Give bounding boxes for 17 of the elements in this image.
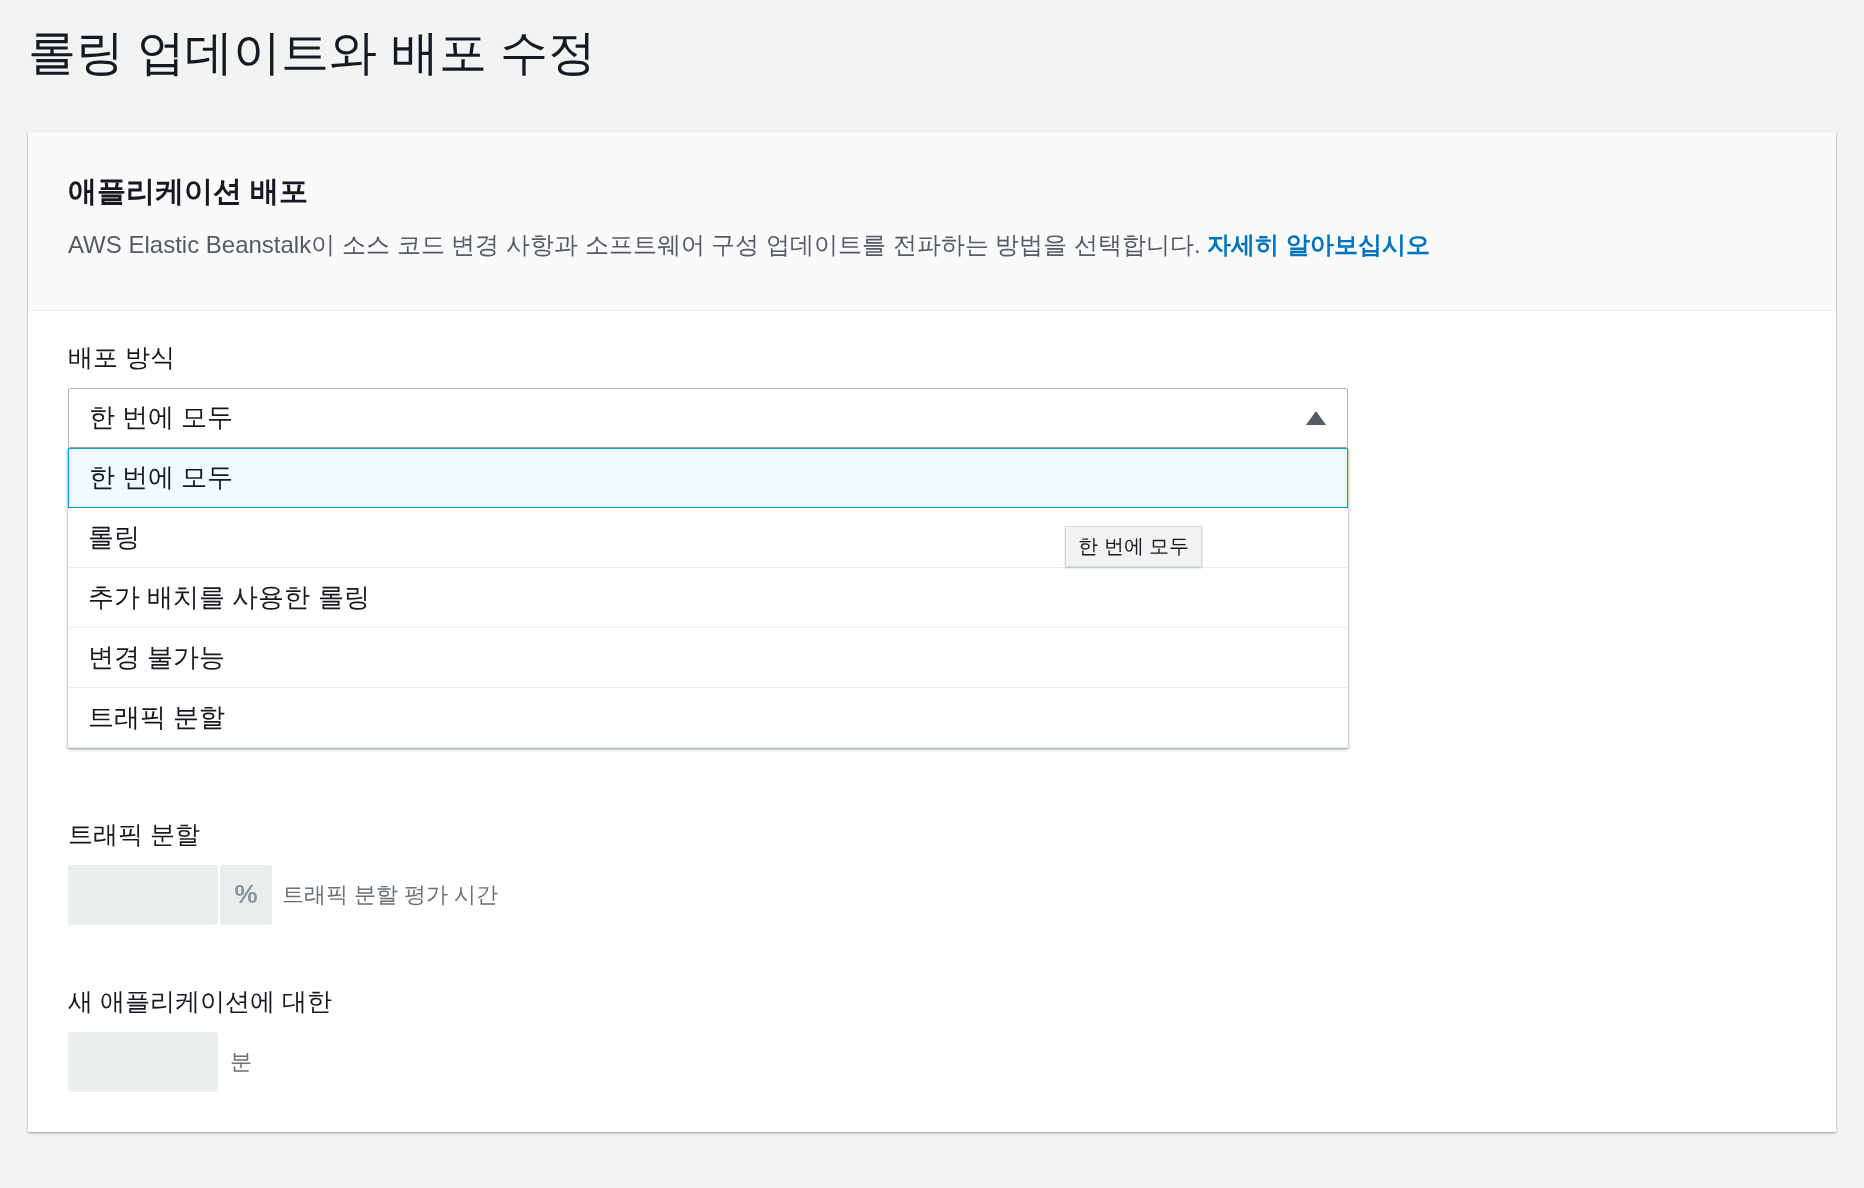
field-label: 새 애플리케이션에 대한	[68, 986, 332, 1017]
percent-unit-addon: %	[220, 865, 272, 925]
section-description: AWS Elastic Beanstalk이 소스 코드 변경 사항과 소프트웨어 구성 업데이트를 전파하는 방법을 선택합니다.	[68, 231, 1201, 259]
dropdown-option[interactable]: 변경 불가능	[68, 628, 1348, 688]
unit-label: 분	[230, 1048, 252, 1076]
learn-more-link[interactable]: 자세히 알아보십시오	[1207, 231, 1430, 259]
field-label: 트래픽 분할	[68, 819, 200, 850]
dropdown-option[interactable]: 트래픽 분할	[68, 688, 1348, 748]
section-title: 애플리케이션 배포	[68, 174, 310, 210]
dropdown-option[interactable]: 추가 배치를 사용한 롤링	[68, 568, 1348, 628]
deployment-policy-dropdown[interactable]: 한 번에 모두	[68, 388, 1348, 448]
page-title: 롤링 업데이트와 배포 수정	[28, 25, 597, 81]
field-hint: 트래픽 분할 평가 시간	[282, 881, 499, 909]
caret-icon	[1305, 410, 1327, 426]
dropdown-option[interactable]: 한 번에 모두	[68, 448, 1348, 508]
tooltip: 한 번에 모두	[1065, 526, 1203, 567]
field-label: 배포 방식	[68, 342, 175, 373]
